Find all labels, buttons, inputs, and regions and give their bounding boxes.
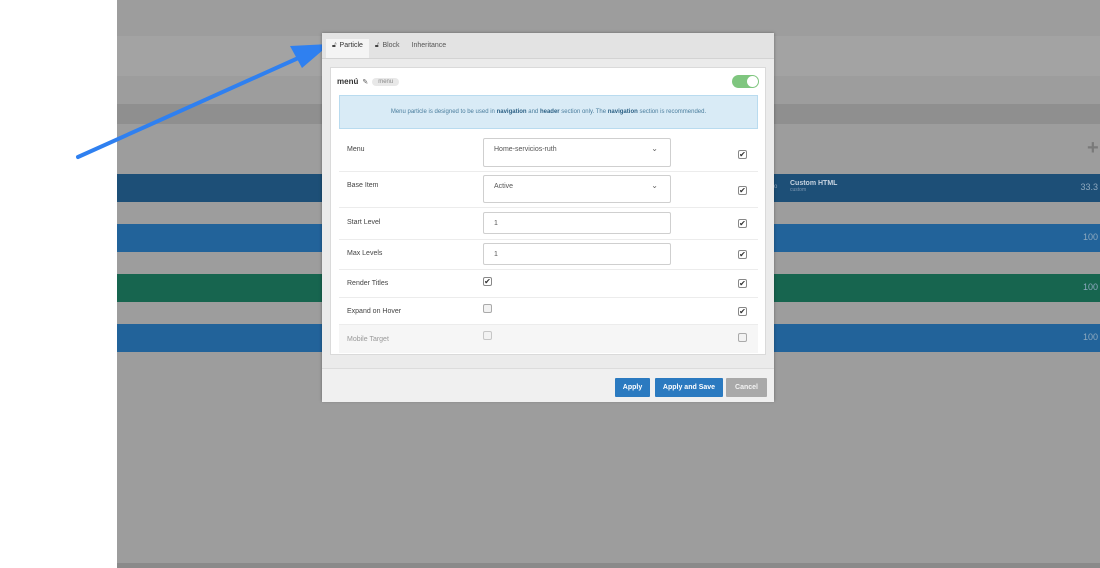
particle-title-row: menú ✎ menu [337, 77, 400, 86]
field-row-max-levels: Max Levels 1 ✔︎ [339, 240, 758, 270]
render-titles-checkbox[interactable]: ✔︎ [483, 277, 492, 286]
override-checkbox[interactable]: ✔︎ [738, 186, 747, 195]
field-row-expand-on-hover: Expand on Hover ✔︎ [339, 298, 758, 325]
select-value: Active [494, 183, 514, 190]
field-row-base-item: Base Item Active ⌄ ✔︎ [339, 172, 758, 208]
expand-on-hover-checkbox[interactable] [483, 304, 492, 313]
field-label: Base Item [347, 182, 379, 189]
particle-type-badge: menu [372, 77, 400, 86]
field-label: Max Levels [347, 250, 383, 257]
particle-settings-modal: 🔓︎ Particle 🔓︎ Block Inheritance menú ✎ … [322, 33, 774, 402]
settings-panel: menú ✎ menu Menu particle is designed to… [330, 67, 766, 355]
field-row-menu: Menu Home-servicios-ruth ⌄ ✔︎ [339, 136, 758, 172]
chevron-down-icon: ⌄ [651, 181, 658, 190]
cancel-button[interactable]: Cancel [726, 378, 767, 397]
particle-title: menú [337, 77, 359, 86]
tab-label: Block [382, 42, 400, 49]
field-label: Render Titles [347, 280, 389, 287]
field-row-render-titles: Render Titles ✔︎ ✔︎ [339, 270, 758, 298]
lock-icon: 🔓︎ [332, 41, 337, 49]
override-checkbox[interactable]: ✔︎ [738, 150, 747, 159]
base-item-select[interactable]: Active ⌄ [483, 175, 671, 203]
chevron-down-icon: ⌄ [651, 144, 658, 153]
field-label: Expand on Hover [347, 308, 402, 315]
override-checkbox[interactable]: ✔︎ [738, 250, 747, 259]
field-label: Mobile Target [347, 336, 389, 343]
tab-block[interactable]: 🔓︎ Block [369, 39, 406, 58]
mobile-target-checkbox [483, 331, 492, 340]
start-level-input[interactable]: 1 [483, 212, 671, 234]
tab-inheritance[interactable]: Inheritance [406, 39, 453, 58]
modal-footer: Apply Apply and Save Cancel [322, 368, 774, 402]
input-value: 1 [494, 220, 498, 227]
menu-select[interactable]: Home-servicios-ruth ⌄ [483, 138, 671, 167]
input-value: 1 [494, 251, 498, 258]
field-row-start-level: Start Level 1 ✔︎ [339, 208, 758, 240]
info-alert: Menu particle is designed to be used in … [339, 95, 758, 129]
modal-body: menú ✎ menu Menu particle is designed to… [322, 59, 774, 368]
field-row-mobile-target: Mobile Target [339, 325, 758, 353]
apply-and-save-button[interactable]: Apply and Save [655, 378, 723, 397]
override-checkbox[interactable]: ✔︎ [738, 219, 747, 228]
select-value: Home-servicios-ruth [494, 146, 557, 153]
info-text: Menu particle is designed to be used in … [390, 109, 707, 115]
max-levels-input[interactable]: 1 [483, 243, 671, 265]
modal-tabs: 🔓︎ Particle 🔓︎ Block Inheritance [322, 33, 774, 59]
edit-pencil-icon[interactable]: ✎ [362, 78, 368, 86]
apply-button[interactable]: Apply [615, 378, 650, 397]
lock-icon: 🔓︎ [374, 41, 380, 49]
tab-label: Particle [339, 42, 363, 49]
override-checkbox[interactable]: ✔︎ [738, 279, 747, 288]
override-checkbox[interactable] [738, 333, 747, 342]
toggle-knob [747, 76, 758, 87]
tab-particle[interactable]: 🔓︎ Particle [326, 39, 369, 58]
field-label: Start Level [347, 219, 381, 226]
override-checkbox[interactable]: ✔︎ [738, 307, 747, 316]
enabled-toggle[interactable] [732, 75, 759, 88]
field-label: Menu [347, 146, 365, 153]
tab-label: Inheritance [411, 42, 447, 49]
